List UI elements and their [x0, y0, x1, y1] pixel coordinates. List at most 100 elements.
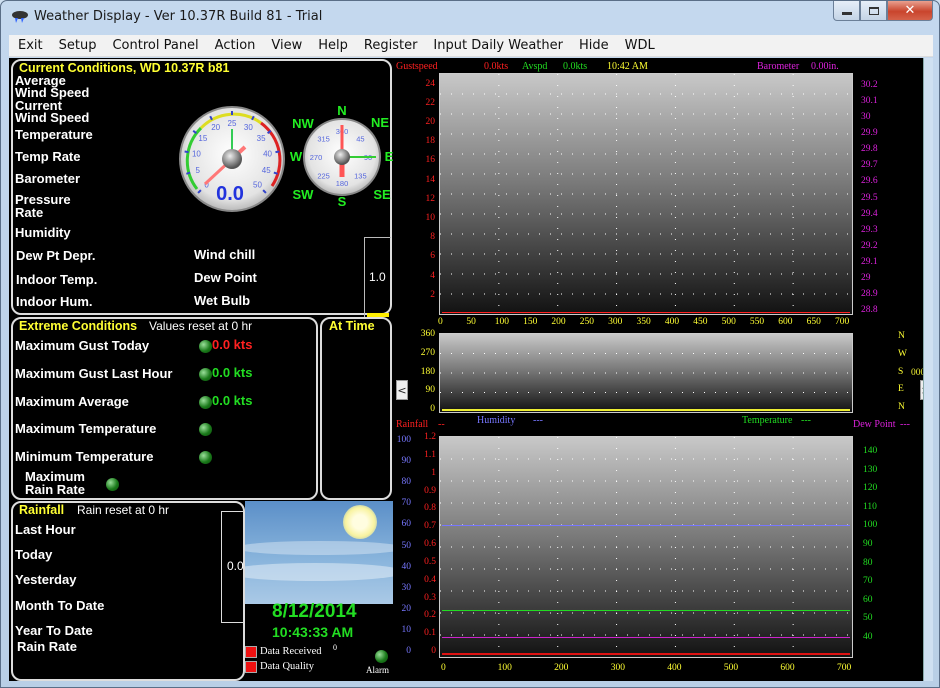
direction-y-tick: 270: [420, 347, 435, 358]
wind-gauge-tick: 5: [196, 166, 201, 175]
temperature-y-tick: 90: [863, 539, 873, 549]
direction-y-tick: 180: [420, 366, 435, 377]
graph-prev-button[interactable]: <: [396, 380, 408, 400]
compass-nw: NW: [292, 116, 314, 131]
wind-y-tick: 18: [425, 136, 436, 147]
direction-compass-tick: W: [898, 348, 907, 359]
wind-gauge-tick: 20: [211, 123, 220, 132]
menu-action[interactable]: Action: [207, 38, 264, 53]
window-title: Weather Display - Ver 10.37R Build 81 - …: [34, 9, 323, 24]
humidity-y-tick: 40: [401, 561, 412, 572]
status-date: 8/12/2014: [272, 601, 357, 622]
menu-view[interactable]: View: [263, 38, 310, 53]
menu-input-daily-weather[interactable]: Input Daily Weather: [425, 38, 571, 53]
data-received-indicator: [245, 646, 257, 658]
humidity-y-tick: 10: [401, 624, 412, 635]
rainfall-y-tick: 0.3: [424, 592, 436, 603]
menu-exit[interactable]: Exit: [9, 38, 51, 53]
baro-y-tick: 29.8: [861, 144, 878, 155]
data-received-count: 0: [333, 643, 337, 652]
graphs-region: Gustspeed 0.0kts Avspd 0.0kts 10:42 AM B…: [395, 58, 933, 681]
indoor-temp-label: Indoor Temp.: [16, 272, 98, 287]
wind-y-tick: 2: [430, 289, 435, 300]
menu-hide[interactable]: Hide: [571, 38, 617, 53]
menu-setup[interactable]: Setup: [51, 38, 105, 53]
baro-y-tick: 28.9: [861, 288, 878, 299]
temp-x-tick: 100: [497, 663, 512, 673]
close-icon: ✕: [904, 3, 916, 18]
app-window: Weather Display - Ver 10.37R Build 81 - …: [0, 0, 940, 688]
chevron-left-icon: <: [397, 383, 407, 397]
wind-chart-area: [439, 73, 853, 315]
compass-sw: SW: [293, 187, 315, 202]
baro-y-tick: 28.8: [861, 305, 878, 315]
extreme-conditions-title: Extreme Conditions: [19, 319, 138, 333]
wind-y-tick: 12: [425, 193, 436, 204]
uv-bar-value: 1.0: [369, 270, 386, 284]
wind-x-tick: 150: [523, 317, 538, 327]
max-gust-hour-label: Maximum Gust Last Hour: [15, 366, 173, 381]
temperature-y-tick: 120: [863, 483, 878, 494]
baro-y-tick: 29.6: [861, 176, 878, 187]
close-button[interactable]: ✕: [887, 1, 933, 21]
compass-e: E: [385, 149, 394, 164]
maximize-button[interactable]: [860, 1, 887, 21]
wind-gauge-tick-mark: [186, 171, 191, 175]
menu-help[interactable]: Help: [310, 38, 356, 53]
direction-compass-tick: N: [898, 402, 905, 412]
wind-direction-compass: 3604590135180225270315 N NE NW E W SW S …: [290, 103, 394, 209]
temp-chart-area: [439, 436, 853, 658]
humidity-y-tick: 50: [401, 540, 412, 551]
alarm-label: Alarm: [366, 665, 389, 675]
wind-gauge-tick: 10: [192, 149, 201, 158]
rainfall-y-tick: 0.4: [424, 574, 436, 585]
menu-bar: Exit Setup Control Panel Action View Hel…: [9, 35, 933, 57]
menu-wdl[interactable]: WDL: [617, 38, 663, 53]
extreme-subtitle: Values reset at 0 hr: [149, 319, 253, 333]
humidity-legend-value: ---: [533, 415, 543, 426]
wind-speed-gauge: 05101520 25 3035404550 0.0: [179, 106, 285, 212]
compass-tick: 135: [354, 171, 367, 180]
temperature-line: [442, 610, 850, 611]
wind-x-tick: 300: [608, 317, 623, 327]
main-client-area: Current Conditions, WD 10.37R b81 Averag…: [9, 58, 933, 681]
menu-control-panel[interactable]: Control Panel: [104, 38, 206, 53]
alarm-led[interactable]: [375, 650, 388, 663]
humidity-y-tick: 90: [401, 456, 412, 467]
max-gust-today-value: 0.0 kts: [212, 337, 253, 352]
temp-x-tick: 300: [610, 663, 625, 673]
max-gust-today-led: [199, 340, 212, 353]
max-gust-today-label: Maximum Gust Today: [15, 338, 150, 353]
min-temperature-led: [199, 451, 212, 464]
humidity-y-tick: 60: [401, 519, 412, 530]
uv-bar-box: 1.0: [364, 237, 391, 319]
wind-gauge-tick: 45: [262, 166, 271, 175]
current-conditions-panel: Current Conditions, WD 10.37R b81 Averag…: [11, 59, 394, 319]
menu-register[interactable]: Register: [356, 38, 426, 53]
rainfall-y-tick: 0.9: [424, 485, 436, 496]
humidity-label: Humidity: [15, 225, 71, 240]
wind-gauge-tick: 35: [257, 134, 266, 143]
at-time-title: At Time: [329, 319, 375, 333]
temperature-y-tick: 40: [863, 632, 873, 642]
baro-y-tick: 29: [861, 272, 871, 283]
compass-se: SE: [373, 187, 391, 202]
compass-ne: NE: [371, 115, 389, 130]
minimize-button[interactable]: [833, 1, 860, 21]
temperature-label: Temperature: [15, 127, 93, 142]
temperature-y-tick: 140: [863, 446, 878, 456]
rainfall-y-tick: 0.5: [424, 556, 436, 567]
vertical-scrollbar[interactable]: [923, 58, 933, 681]
baro-y-tick: 29.7: [861, 160, 878, 171]
gust-legend-label: Gustspeed: [396, 61, 438, 72]
wind-x-tick: 650: [806, 317, 821, 327]
barometer-label: Barometer: [15, 171, 81, 186]
max-temperature-led: [199, 423, 212, 436]
wind-y-tick: 16: [425, 155, 436, 166]
baro-y-tick: 30.1: [861, 96, 878, 107]
temp-x-tick: 200: [554, 663, 569, 673]
wind-x-tick: 200: [551, 317, 566, 327]
rainfall-panel: Rainfall Rain reset at 0 hr Last Hour To…: [11, 501, 245, 681]
rain-yesterday-label: Yesterday: [15, 572, 77, 587]
direction-y-tick: 90: [425, 385, 436, 396]
